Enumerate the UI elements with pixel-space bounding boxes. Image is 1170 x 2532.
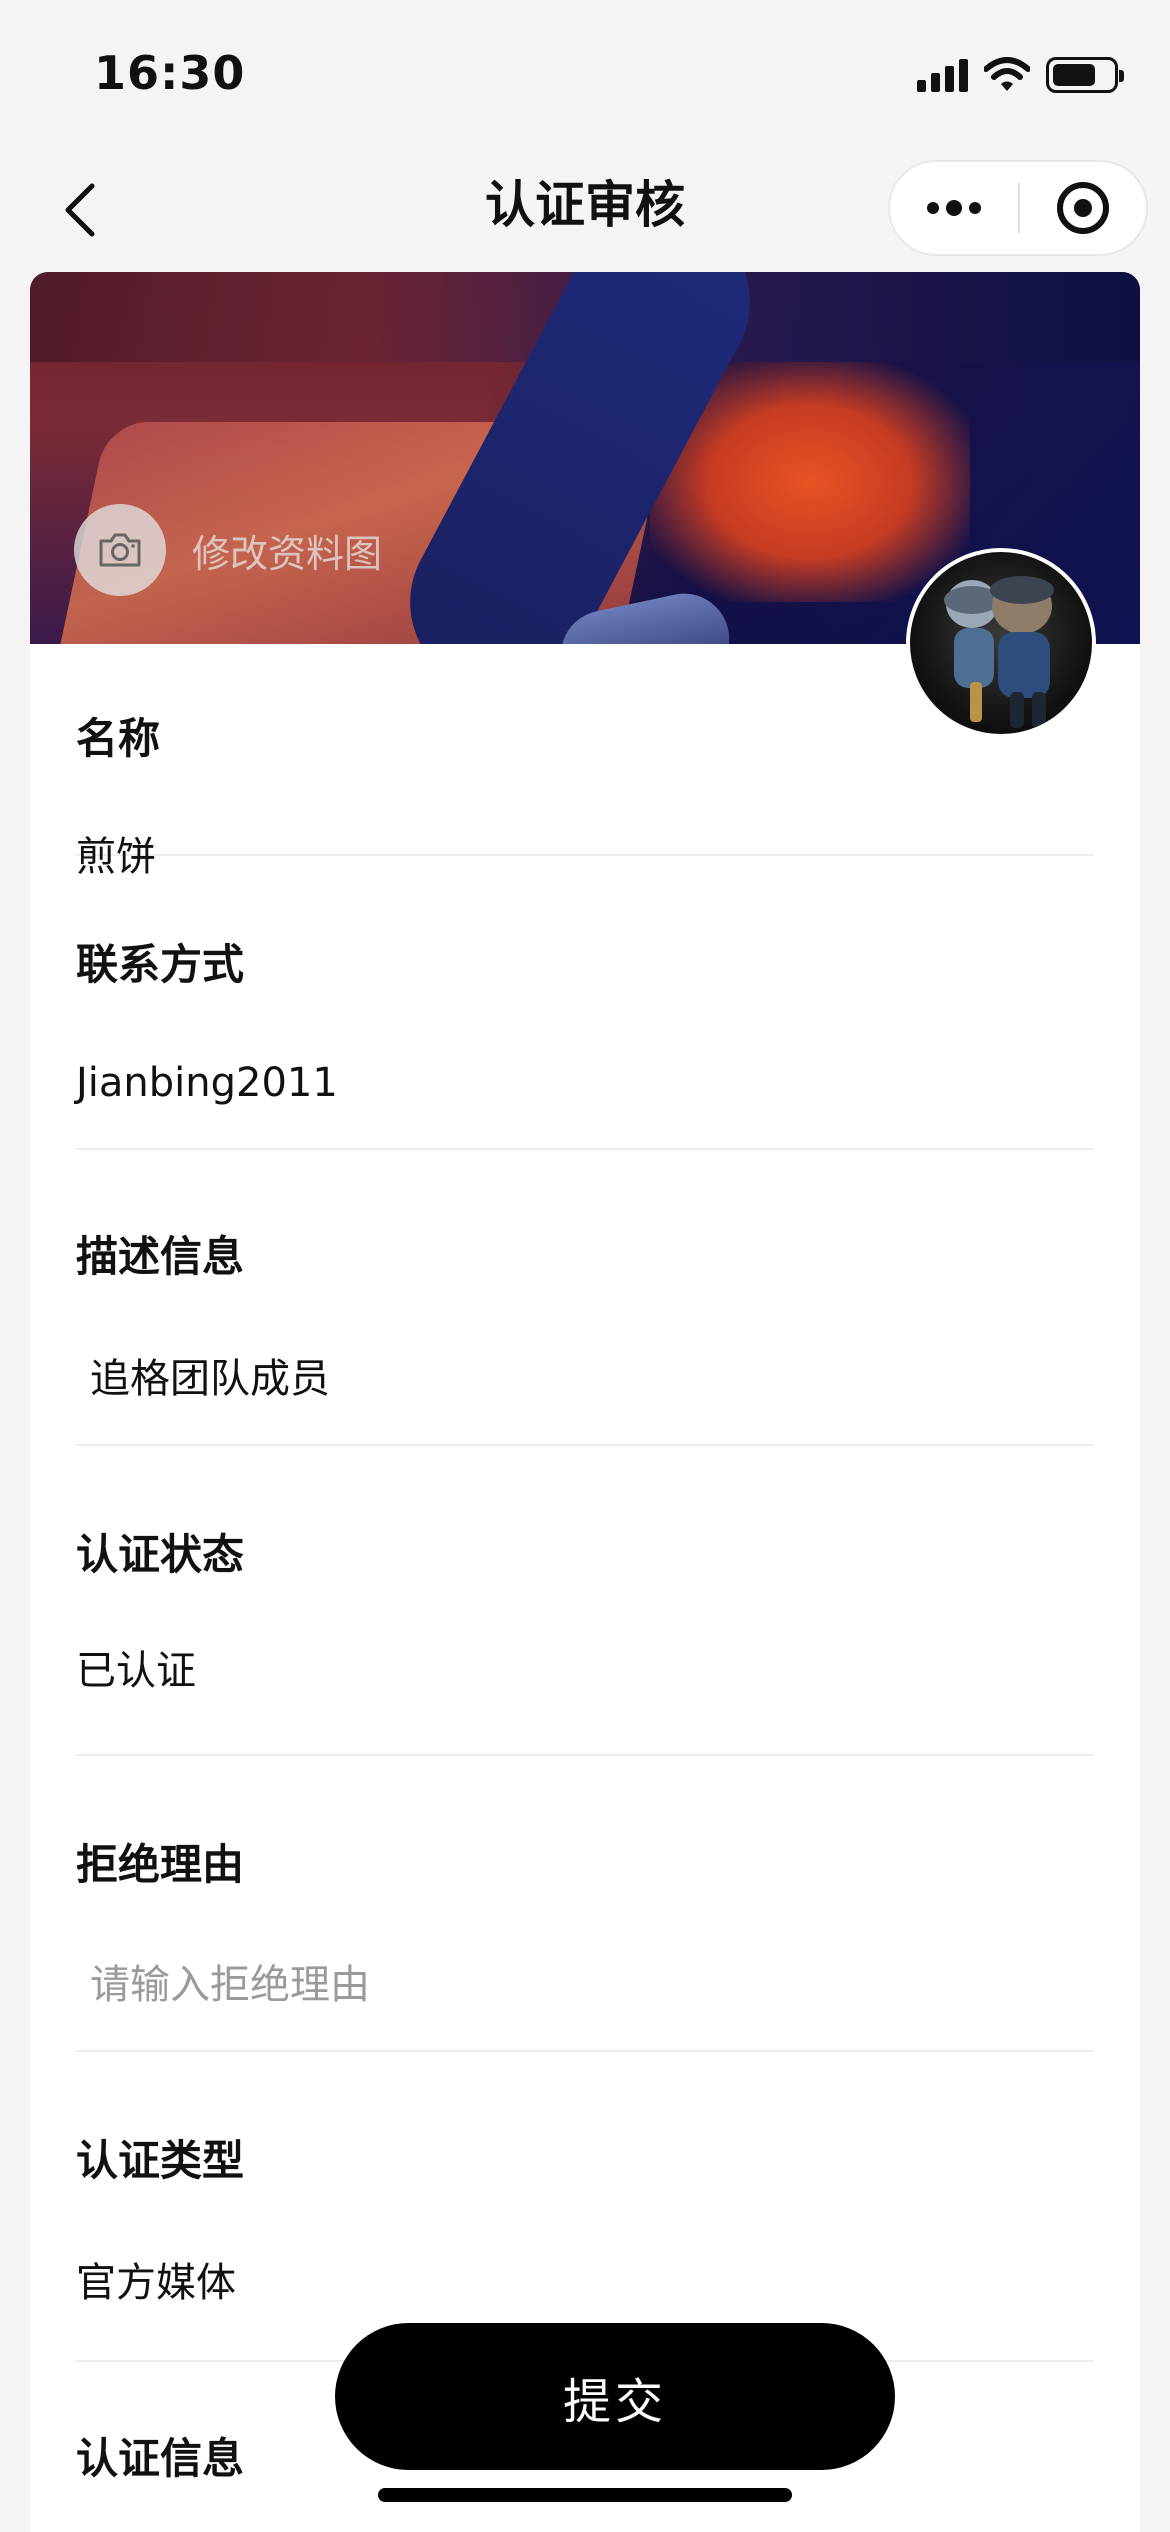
edit-cover-button[interactable]: 修改资料图 xyxy=(74,504,382,596)
mini-program-capsule xyxy=(888,160,1148,256)
home-indicator xyxy=(378,2488,792,2502)
status-icons xyxy=(917,52,1124,98)
field-label: 认证状态 xyxy=(76,1530,245,1579)
battery-icon xyxy=(1046,57,1124,93)
field-label: 联系方式 xyxy=(76,940,245,989)
more-dots-icon xyxy=(969,202,981,214)
profile-card: 修改资料图 名称 煎饼 联系方式 Jianbing2011 描述信息 追格团队成… xyxy=(30,272,1140,2532)
field-name: 名称 煎饼 xyxy=(76,644,1094,880)
more-button[interactable] xyxy=(890,160,1018,256)
target-ring-icon xyxy=(1056,182,1109,234)
field-description: 描述信息 追格团队成员 xyxy=(76,1150,1094,1446)
field-value[interactable]: 已认证 xyxy=(76,1642,196,1700)
submit-button[interactable]: 提交 xyxy=(335,2323,895,2470)
field-label: 名称 xyxy=(76,714,161,763)
field-label: 描述信息 xyxy=(76,1232,245,1281)
form-fields: 名称 煎饼 联系方式 Jianbing2011 描述信息 追格团队成员 认证状态… xyxy=(76,644,1094,2532)
battery-level xyxy=(1053,64,1095,86)
wifi-icon xyxy=(984,57,1030,91)
field-label: 拒绝理由 xyxy=(76,1840,245,1889)
field-value[interactable]: 官方媒体 xyxy=(76,2254,236,2312)
field-type: 认证类型 官方媒体 xyxy=(76,2052,1094,2362)
field-label: 认证类型 xyxy=(76,2136,245,2185)
screen: 16:30 认证审核 修改资料图 名称 煎饼 联系方式 Jianbing2011… xyxy=(0,0,1170,2532)
field-value[interactable]: 追格团队成员 xyxy=(76,1350,330,1408)
more-dots-icon xyxy=(927,202,939,214)
field-contact: 联系方式 Jianbing2011 xyxy=(76,856,1094,1150)
field-label: 认证信息 xyxy=(76,2434,245,2483)
nav-bar: 认证审核 xyxy=(0,140,1170,275)
field-reject-reason: 拒绝理由 请输入拒绝理由 xyxy=(76,1756,1094,2052)
cellular-signal-icon xyxy=(917,58,968,92)
field-status: 认证状态 已认证 xyxy=(76,1446,1094,1756)
status-bar: 16:30 xyxy=(0,0,1170,140)
reject-reason-input[interactable]: 请输入拒绝理由 xyxy=(76,1956,370,2014)
status-time: 16:30 xyxy=(94,46,246,100)
field-value[interactable]: Jianbing2011 xyxy=(76,1054,338,1112)
camera-icon xyxy=(74,504,166,596)
edit-cover-label: 修改资料图 xyxy=(192,531,383,576)
more-dots-icon xyxy=(946,200,962,216)
close-miniprogram-button[interactable] xyxy=(1020,160,1146,256)
